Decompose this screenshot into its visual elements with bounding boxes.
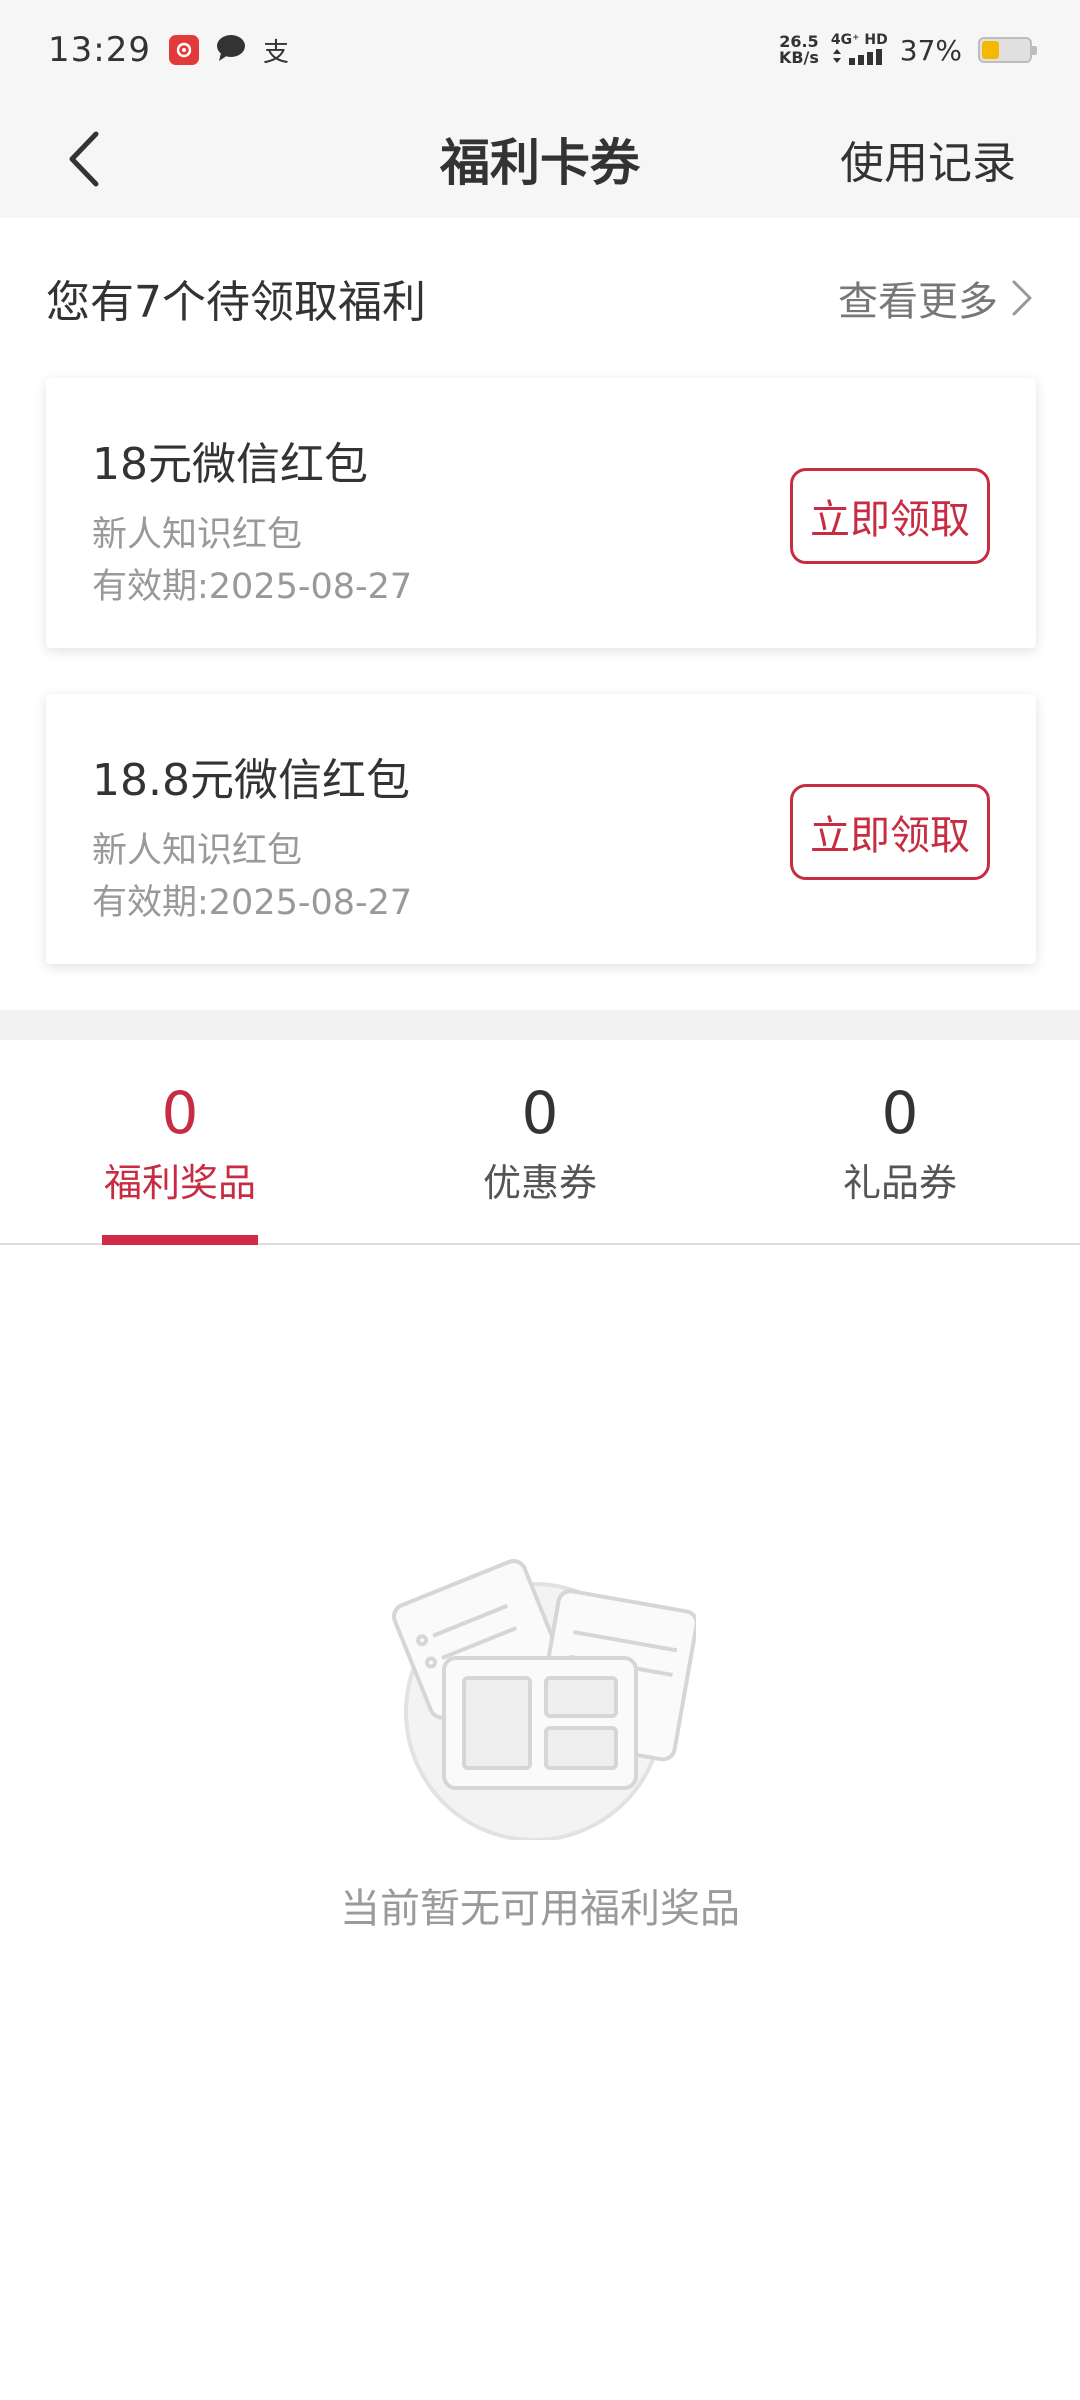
tab-bar: 0 福利奖品 0 优惠券 0 礼品券 xyxy=(0,1040,1080,1245)
tab-label: 福利奖品 xyxy=(103,1161,256,1205)
coupon-card: 18.8元微信红包 新人知识红包 有效期:2025-08-27 立即领取 xyxy=(46,694,1036,964)
notification-icons: 支 xyxy=(168,32,289,69)
tab-welfare-prizes[interactable]: 0 福利奖品 xyxy=(60,1078,300,1207)
battery-percent: 37% xyxy=(899,33,962,67)
status-bar: 13:29 支 26.5 KB/s 4G⁺ HD 37% xyxy=(0,0,1080,100)
coupon-subtitle: 新人知识红包 xyxy=(92,515,303,555)
netease-music-icon xyxy=(168,35,199,65)
empty-state-message: 当前暂无可用福利奖品 xyxy=(340,1886,740,1932)
chat-bubble-icon xyxy=(215,33,247,67)
claim-button[interactable]: 立即领取 xyxy=(790,784,990,880)
claim-button[interactable]: 立即领取 xyxy=(790,468,990,564)
coupon-title: 18.8元微信红包 xyxy=(92,755,410,806)
see-more-label: 查看更多 xyxy=(838,279,998,325)
active-tab-indicator xyxy=(102,1235,258,1245)
chevron-left-icon xyxy=(69,131,99,187)
net-speed: 26.5 KB/s xyxy=(778,32,819,67)
coupon-subtitle: 新人知识红包 xyxy=(92,831,303,871)
signal-icon: 4G⁺ HD xyxy=(831,33,888,68)
page-title: 福利卡券 xyxy=(440,134,640,192)
back-button[interactable] xyxy=(60,130,114,188)
tab-gift-coupons[interactable]: 0 礼品券 xyxy=(780,1078,1020,1207)
coupon-validity: 有效期:2025-08-27 xyxy=(92,567,413,607)
battery-icon xyxy=(978,37,1037,63)
alipay-icon: 支 xyxy=(262,37,289,68)
coupon-title: 18元微信红包 xyxy=(92,439,368,490)
tab-label: 优惠券 xyxy=(482,1161,597,1205)
coupon-validity: 有效期:2025-08-27 xyxy=(92,883,413,923)
section-divider xyxy=(0,1010,1080,1040)
nav-bar: 福利卡券 使用记录 xyxy=(0,100,1080,218)
pending-header: 您有7个待领取福利 查看更多 xyxy=(0,218,1080,378)
chevron-right-icon xyxy=(1012,280,1032,316)
tab-count: 0 xyxy=(521,1079,559,1147)
coupon-card: 18元微信红包 新人知识红包 有效期:2025-08-27 立即领取 xyxy=(46,378,1036,648)
tab-discount-coupons[interactable]: 0 优惠券 xyxy=(420,1078,660,1207)
tab-count: 0 xyxy=(881,1079,919,1147)
usage-history-link[interactable]: 使用记录 xyxy=(840,127,1016,191)
pending-title: 您有7个待领取福利 xyxy=(46,277,426,328)
status-right: 26.5 KB/s 4G⁺ HD 37% xyxy=(778,32,1037,68)
status-time: 13:29 xyxy=(48,30,151,70)
tab-count: 0 xyxy=(161,1079,199,1147)
empty-coupons-illustration-icon xyxy=(384,1540,699,1842)
tab-label: 礼品券 xyxy=(842,1161,957,1205)
battery-fill xyxy=(982,41,999,59)
see-more-link[interactable]: 查看更多 xyxy=(838,269,1034,327)
